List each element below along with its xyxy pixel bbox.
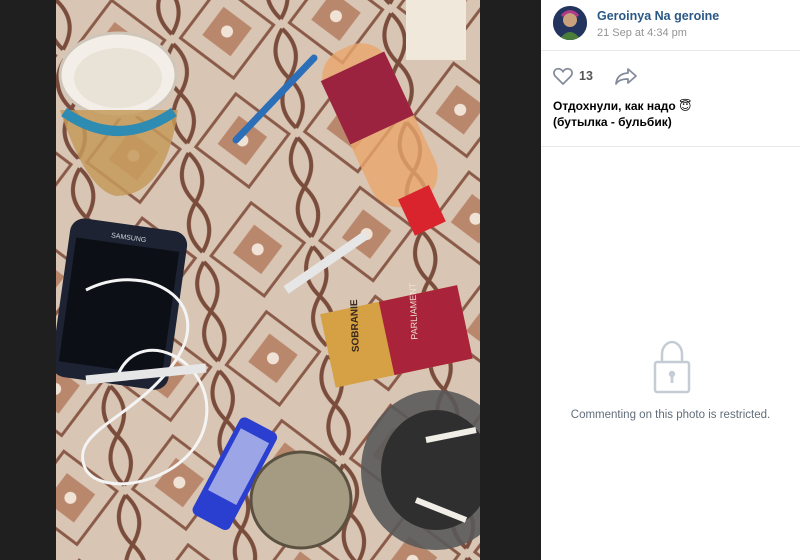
post-sidebar: Geroinya Na geroine 21 Sep at 4:34 pm 13… (541, 0, 800, 560)
post-date[interactable]: 21 Sep at 4:34 pm (597, 27, 687, 39)
divider (541, 146, 800, 147)
caption-line-2: (бутылка - бульбик) (553, 115, 672, 129)
post-actions: 13 (541, 51, 800, 91)
caption-line-1: Отдохнули, как надо 😇 (553, 99, 692, 113)
lock-icon (653, 340, 691, 394)
comments-restricted-message: Commenting on this photo is restricted. (570, 409, 771, 421)
author-header: Geroinya Na geroine 21 Sep at 4:34 pm (541, 0, 800, 51)
author-name-link[interactable]: Geroinya Na geroine (597, 9, 719, 23)
post-photo[interactable]: SAMSUNG SOBRANIE PARLIAMENT (56, 0, 480, 560)
share-arrow-icon[interactable] (615, 67, 637, 85)
avatar[interactable] (553, 6, 587, 40)
pack-brand-text: SOBRANIE (349, 299, 362, 352)
pack-secondary-text: PARLIAMENT (408, 282, 420, 340)
heart-icon[interactable] (553, 67, 573, 85)
post-caption: Отдохнули, как надо 😇 (бутылка - бульбик… (553, 98, 793, 130)
like-count: 13 (579, 69, 593, 83)
photo-illustration: SAMSUNG SOBRANIE PARLIAMENT (56, 0, 480, 560)
photo-pane: SAMSUNG SOBRANIE PARLIAMENT (0, 0, 541, 560)
photo-viewer: SAMSUNG SOBRANIE PARLIAMENT Geroinya Na … (0, 0, 800, 560)
